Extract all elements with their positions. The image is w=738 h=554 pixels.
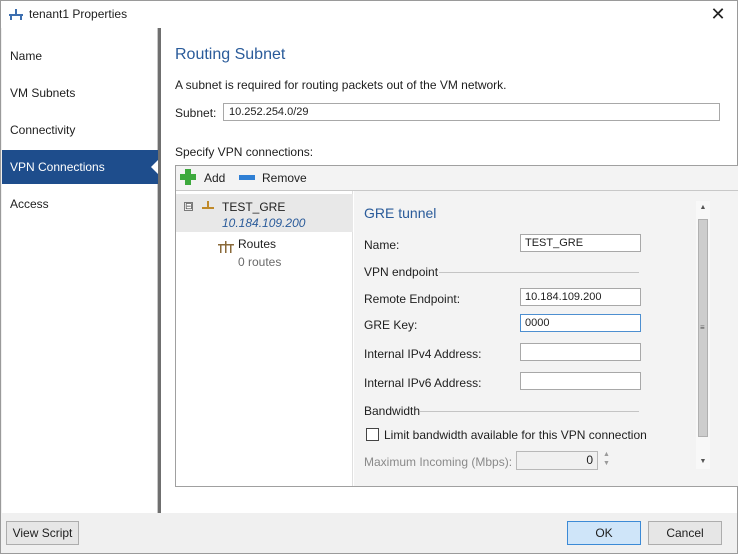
tree-item-tunnel[interactable]: ⊟ TEST_GRE 10.184.109.200 bbox=[176, 194, 353, 232]
main-content: Routing Subnet A subnet is required for … bbox=[161, 28, 738, 513]
group-divider bbox=[439, 272, 639, 273]
max-incoming-input[interactable]: 0 bbox=[516, 451, 598, 470]
details-title: GRE tunnel bbox=[364, 205, 437, 221]
sidebar-item-label: VM Subnets bbox=[10, 86, 76, 100]
ok-button[interactable]: OK bbox=[567, 521, 641, 545]
tunnel-icon bbox=[202, 201, 214, 209]
tunnel-name: TEST_GRE bbox=[222, 200, 286, 214]
gre-tunnel-details: GRE tunnel Name: TEST_GRE VPN endpoint R… bbox=[354, 191, 738, 486]
scrollbar-thumb[interactable]: ≡ bbox=[698, 219, 708, 437]
collapse-icon[interactable]: ⊟ bbox=[184, 202, 193, 211]
vpn-connections-panel: Add Remove ⊟ TEST_GRE 10.184.109.200 Rou… bbox=[175, 165, 738, 487]
remove-icon[interactable] bbox=[239, 175, 255, 180]
name-label: Name: bbox=[364, 238, 400, 252]
window-title: tenant1 Properties bbox=[29, 7, 128, 21]
network-icon bbox=[9, 9, 23, 20]
sidebar-item-vpn-connections[interactable]: VPN Connections bbox=[2, 150, 159, 184]
remove-button[interactable]: Remove bbox=[262, 170, 307, 187]
close-button[interactable]: ✕ bbox=[705, 3, 731, 25]
remote-endpoint-input[interactable]: 10.184.109.200 bbox=[520, 288, 641, 306]
section-description: A subnet is required for routing packets… bbox=[175, 78, 507, 92]
specify-vpn-label: Specify VPN connections: bbox=[175, 145, 314, 159]
routes-icon bbox=[218, 241, 234, 253]
view-script-button[interactable]: View Script bbox=[6, 521, 79, 545]
cancel-button[interactable]: Cancel bbox=[648, 521, 722, 545]
scroll-up-icon[interactable]: ▲ bbox=[696, 201, 710, 215]
sidebar-item-label: Access bbox=[10, 197, 49, 211]
bandwidth-group-label: Bandwidth bbox=[364, 404, 421, 418]
group-divider bbox=[420, 411, 639, 412]
sidebar-item-label: Name bbox=[10, 49, 43, 63]
sidebar: Name VM Subnets Connectivity VPN Connect… bbox=[2, 28, 159, 513]
sidebar-item-access[interactable]: Access bbox=[2, 187, 158, 221]
dialog-footer: View Script OK Cancel bbox=[1, 513, 737, 553]
ipv4-label: Internal IPv4 Address: bbox=[364, 347, 482, 361]
vpn-tree: ⊟ TEST_GRE 10.184.109.200 Routes 0 route… bbox=[176, 191, 353, 486]
add-icon[interactable] bbox=[180, 169, 196, 185]
properties-dialog: tenant1 Properties ✕ Name VM Subnets Con… bbox=[0, 0, 738, 554]
scroll-down-icon[interactable]: ▼ bbox=[696, 455, 710, 469]
limit-bandwidth-label[interactable]: Limit bandwidth available for this VPN c… bbox=[384, 428, 647, 442]
vpn-endpoint-group-label: VPN endpoint bbox=[364, 265, 439, 279]
sidebar-item-name[interactable]: Name bbox=[2, 39, 158, 73]
gre-key-input[interactable]: 0000 bbox=[520, 314, 641, 332]
routes-item[interactable]: Routes bbox=[238, 237, 276, 251]
grip-icon: ≡ bbox=[700, 323, 705, 332]
close-icon: ✕ bbox=[710, 4, 726, 24]
limit-bandwidth-checkbox[interactable] bbox=[366, 428, 379, 441]
section-title: Routing Subnet bbox=[175, 46, 286, 63]
ipv6-input[interactable] bbox=[520, 372, 641, 390]
sidebar-item-connectivity[interactable]: Connectivity bbox=[2, 113, 158, 147]
name-input[interactable]: TEST_GRE bbox=[520, 234, 641, 252]
add-button[interactable]: Add bbox=[204, 170, 225, 187]
sidebar-item-label: VPN Connections bbox=[10, 160, 105, 174]
gre-key-label: GRE Key: bbox=[364, 318, 418, 332]
details-scrollbar[interactable]: ▲ ≡ ▼ bbox=[696, 201, 710, 469]
ipv4-input[interactable] bbox=[520, 343, 641, 361]
subnet-input[interactable]: 10.252.254.0/29 bbox=[223, 103, 720, 121]
tunnel-ip: 10.184.109.200 bbox=[222, 216, 306, 230]
title-bar: tenant1 Properties ✕ bbox=[1, 1, 737, 28]
remote-endpoint-label: Remote Endpoint: bbox=[364, 292, 461, 306]
ipv6-label: Internal IPv6 Address: bbox=[364, 376, 482, 390]
max-incoming-label: Maximum Incoming (Mbps): bbox=[364, 455, 513, 469]
routes-count: 0 routes bbox=[238, 255, 282, 269]
subnet-label: Subnet: bbox=[175, 106, 217, 120]
sidebar-item-vm-subnets[interactable]: VM Subnets bbox=[2, 76, 158, 110]
sidebar-item-label: Connectivity bbox=[10, 123, 76, 137]
spinner-arrows-icon[interactable]: ▲ ▼ bbox=[602, 450, 611, 470]
vpn-toolbar: Add Remove bbox=[176, 166, 738, 191]
